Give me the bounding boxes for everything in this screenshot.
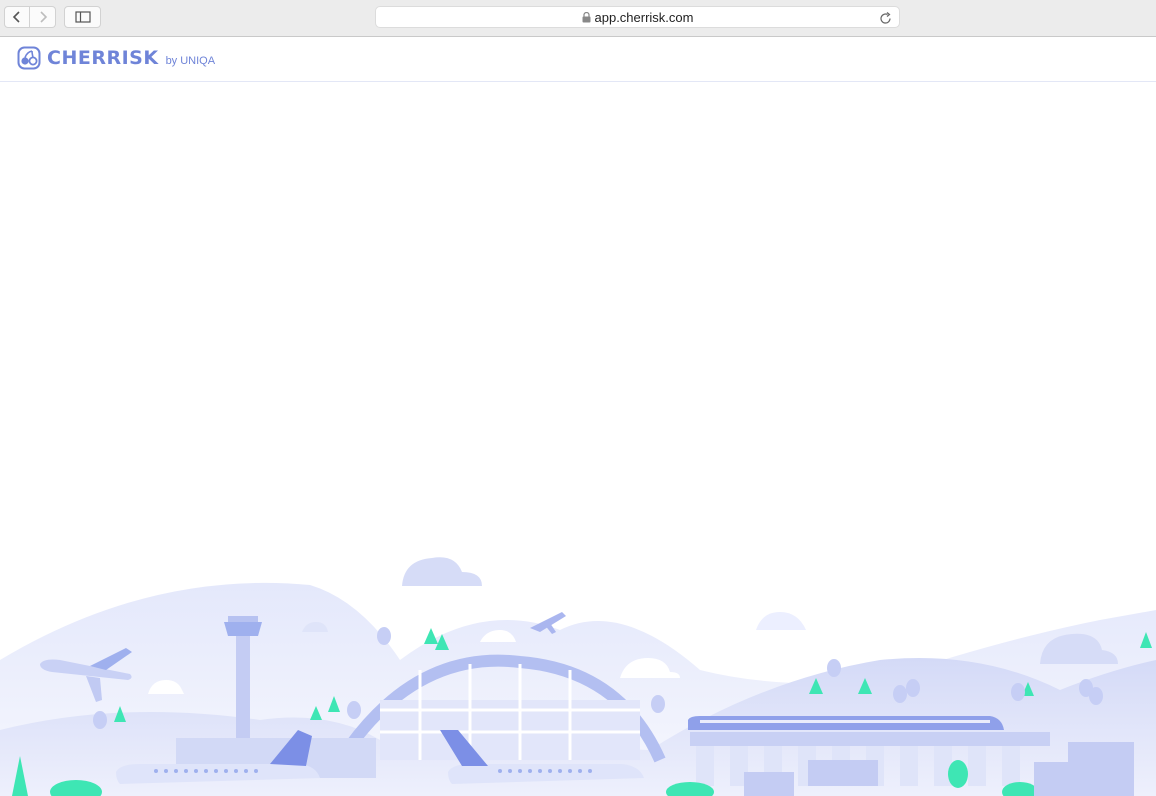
travel-illustration (0, 557, 1156, 796)
back-button[interactable] (4, 6, 30, 28)
site-header: CHERRISK by UNIQA (0, 37, 1156, 82)
chevron-right-icon (39, 11, 47, 23)
address-bar[interactable]: app.cherrisk.com (375, 6, 900, 28)
brand-suffix: by UNIQA (165, 55, 216, 67)
cloud (402, 557, 482, 586)
browser-toolbar: app.cherrisk.com (0, 0, 1156, 37)
forward-button[interactable] (30, 6, 56, 28)
lock-icon (582, 11, 590, 22)
cloud (756, 612, 806, 630)
reload-icon (879, 11, 891, 24)
url-text: app.cherrisk.com (594, 9, 694, 25)
brand-name: CHERRISK (47, 47, 159, 69)
sidebar-icon (74, 11, 91, 23)
sidebar-toggle-button[interactable] (64, 6, 101, 28)
cherry-logo-icon (17, 46, 41, 70)
brand-logo-link[interactable]: CHERRISK by UNIQA (17, 46, 215, 70)
reload-button[interactable] (877, 10, 893, 26)
chevron-left-icon (12, 11, 20, 23)
